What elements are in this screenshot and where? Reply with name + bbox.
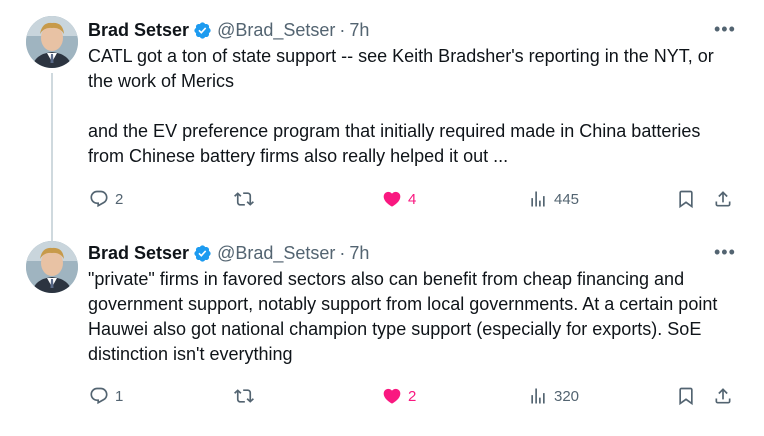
more-options-icon[interactable]: ••• xyxy=(714,243,735,265)
bookmark-button[interactable] xyxy=(676,186,696,212)
bookmark-icon xyxy=(679,387,693,406)
action-bar: 1 2 320 xyxy=(0,383,764,409)
verified-badge-icon xyxy=(193,21,212,40)
share-button[interactable] xyxy=(713,383,733,409)
action-bar: 2 4 445 xyxy=(0,186,764,212)
tweet-header: Brad Setser @Brad_Setser · 7h xyxy=(88,242,369,264)
tweet-paragraph: "private" firms in favored sectors also … xyxy=(88,269,718,364)
reply-icon xyxy=(90,387,108,405)
reply-count: 1 xyxy=(115,387,124,405)
views-icon xyxy=(531,191,545,207)
views-button[interactable]: 445 xyxy=(528,186,579,212)
reply-icon xyxy=(90,190,108,208)
retweet-button[interactable] xyxy=(234,186,260,212)
bookmark-icon xyxy=(679,190,693,209)
timestamp[interactable]: 7h xyxy=(349,243,369,264)
bookmark-button[interactable] xyxy=(676,383,696,409)
like-button[interactable]: 2 xyxy=(382,383,416,409)
view-count: 445 xyxy=(554,190,580,208)
separator-dot: · xyxy=(339,242,346,263)
avatar[interactable] xyxy=(26,241,78,293)
retweet-icon xyxy=(234,389,254,403)
share-icon xyxy=(715,191,731,207)
view-count: 320 xyxy=(554,387,580,405)
more-options-icon[interactable]: ••• xyxy=(714,20,735,42)
views-button[interactable]: 320 xyxy=(528,383,579,409)
tweet-header: Brad Setser @Brad_Setser · 7h xyxy=(88,19,369,41)
heart-icon xyxy=(383,388,401,404)
tweet-paragraph: and the EV preference program that initi… xyxy=(88,121,701,166)
views-icon xyxy=(531,388,545,404)
like-button[interactable]: 4 xyxy=(382,186,416,212)
avatar[interactable] xyxy=(26,16,78,68)
tweet-2[interactable]: Brad Setser @Brad_Setser · 7h ••• "priva… xyxy=(0,237,764,436)
share-icon xyxy=(715,388,731,404)
timestamp[interactable]: 7h xyxy=(349,20,369,41)
separator-dot: · xyxy=(339,19,346,40)
author-handle[interactable]: @Brad_Setser xyxy=(217,243,335,264)
tweet-1[interactable]: Brad Setser @Brad_Setser · 7h ••• CATL g… xyxy=(0,0,764,236)
retweet-button[interactable] xyxy=(234,383,260,409)
retweet-icon xyxy=(234,192,254,206)
author-name[interactable]: Brad Setser xyxy=(88,243,189,264)
reply-button[interactable]: 2 xyxy=(89,186,123,212)
reply-count: 2 xyxy=(115,190,124,208)
verified-badge-icon xyxy=(193,244,212,263)
like-count: 4 xyxy=(408,190,417,208)
author-handle[interactable]: @Brad_Setser xyxy=(217,20,335,41)
share-button[interactable] xyxy=(713,186,733,212)
like-count: 2 xyxy=(408,387,417,405)
reply-button[interactable]: 1 xyxy=(89,383,123,409)
tweet-text: CATL got a ton of state support -- see K… xyxy=(88,44,738,169)
author-name[interactable]: Brad Setser xyxy=(88,20,189,41)
tweet-text: "private" firms in favored sectors also … xyxy=(88,267,738,367)
tweet-paragraph: CATL got a ton of state support -- see K… xyxy=(88,46,714,91)
heart-icon xyxy=(383,191,401,207)
